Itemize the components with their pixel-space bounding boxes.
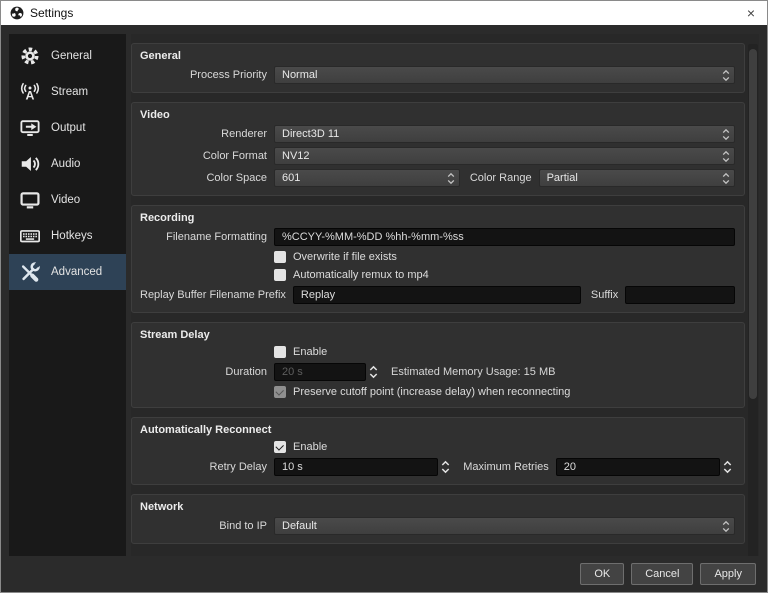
field-label: Duration	[140, 366, 267, 378]
section-title: Video	[140, 109, 735, 121]
spinner-arrows-icon	[718, 150, 734, 163]
section-auto-reconnect: Automatically Reconnect Enable Retry Del…	[131, 417, 745, 485]
sidebar-item-stream[interactable]: A Stream	[9, 74, 126, 110]
broadcast-icon: A	[18, 80, 42, 104]
cancel-button[interactable]: Cancel	[631, 563, 693, 585]
max-retries-spinbox[interactable]	[556, 458, 735, 476]
section-title: Recording	[140, 212, 735, 224]
spin-buttons[interactable]	[438, 459, 453, 475]
max-retries-input[interactable]	[556, 458, 720, 476]
scrollbar[interactable]	[748, 44, 758, 557]
field-label: Renderer	[140, 128, 267, 140]
spin-buttons[interactable]	[366, 364, 381, 380]
field-label: Maximum Retries	[463, 461, 549, 473]
window-title: Settings	[30, 6, 73, 20]
field-label: Replay Buffer Filename Prefix	[140, 289, 286, 301]
gear-icon	[18, 44, 42, 68]
duration-spinbox[interactable]	[274, 363, 366, 381]
memory-usage-text: Estimated Memory Usage: 15 MB	[391, 366, 555, 378]
sidebar: General A Stream	[9, 34, 126, 557]
color-space-select[interactable]: 601	[274, 169, 460, 187]
sidebar-item-video[interactable]: Video	[9, 182, 126, 218]
bind-to-ip-select[interactable]: Default	[274, 517, 735, 535]
sidebar-item-label: Advanced	[51, 266, 102, 278]
section-title: Stream Delay	[140, 329, 735, 341]
sidebar-item-label: Hotkeys	[51, 230, 93, 242]
spinner-arrows-icon	[443, 172, 459, 185]
field-label: Process Priority	[140, 69, 267, 81]
retry-delay-spinbox[interactable]	[274, 458, 453, 476]
close-button[interactable]: ×	[735, 1, 767, 25]
settings-window: Settings × General	[0, 0, 768, 593]
sidebar-item-label: Video	[51, 194, 80, 206]
section-network: Network Bind to IP Default	[131, 494, 745, 544]
section-title: General	[140, 50, 735, 62]
spinner-arrows-icon	[718, 172, 734, 185]
svg-text:A: A	[26, 89, 35, 103]
remux-checkbox[interactable]	[274, 269, 286, 281]
filename-formatting-input[interactable]	[274, 228, 735, 246]
spin-buttons[interactable]	[720, 459, 735, 475]
sidebar-item-label: Stream	[51, 86, 88, 98]
spinner-arrows-icon	[718, 128, 734, 141]
spinner-arrows-icon	[718, 69, 734, 82]
color-range-select[interactable]: Partial	[539, 169, 735, 187]
output-icon	[18, 116, 42, 140]
sidebar-item-hotkeys[interactable]: Hotkeys	[9, 218, 126, 254]
field-label: Color Space	[140, 172, 267, 184]
sidebar-item-audio[interactable]: Audio	[9, 146, 126, 182]
obs-logo-icon	[10, 6, 24, 20]
monitor-icon	[18, 188, 42, 212]
speaker-icon	[18, 152, 42, 176]
section-recording: Recording Filename Formatting Overwrite …	[131, 205, 745, 313]
sidebar-item-label: General	[51, 50, 92, 62]
section-title: Automatically Reconnect	[140, 424, 735, 436]
ok-button[interactable]: OK	[580, 563, 624, 585]
section-video: Video Renderer Direct3D 11 Color Format …	[131, 102, 745, 196]
keyboard-icon	[18, 224, 42, 248]
section-general: General Process Priority Normal	[131, 43, 745, 93]
apply-button[interactable]: Apply	[700, 563, 756, 585]
scrollbar-thumb[interactable]	[749, 49, 757, 399]
field-label: Filename Formatting	[140, 231, 267, 243]
section-stream-delay: Stream Delay Enable Duration Estimated M…	[131, 322, 745, 408]
footer-button-bar: OK Cancel Apply	[1, 556, 767, 592]
section-title: Network	[140, 501, 735, 513]
preserve-cutoff-checkbox[interactable]	[274, 386, 286, 398]
retry-delay-input[interactable]	[274, 458, 438, 476]
auto-reconnect-enable-checkbox[interactable]	[274, 441, 286, 453]
sidebar-item-advanced[interactable]: Advanced	[9, 254, 126, 290]
sidebar-item-label: Audio	[51, 158, 80, 170]
sidebar-item-label: Output	[51, 122, 86, 134]
stream-delay-enable-checkbox[interactable]	[274, 346, 286, 358]
settings-content: General A Stream	[1, 25, 767, 592]
settings-scroll-area: General Process Priority Normal Video Re…	[131, 34, 759, 557]
sidebar-item-output[interactable]: Output	[9, 110, 126, 146]
renderer-select[interactable]: Direct3D 11	[274, 125, 735, 143]
spinner-arrows-icon	[718, 520, 734, 533]
color-format-select[interactable]: NV12	[274, 147, 735, 165]
process-priority-select[interactable]: Normal	[274, 66, 735, 84]
field-label: Color Range	[470, 172, 532, 184]
tools-icon	[18, 260, 42, 284]
replay-prefix-input[interactable]	[293, 286, 581, 304]
field-label: Bind to IP	[140, 520, 267, 532]
field-label: Suffix	[591, 289, 618, 301]
sidebar-item-general[interactable]: General	[9, 38, 126, 74]
overwrite-checkbox[interactable]	[274, 251, 286, 263]
titlebar: Settings ×	[1, 1, 767, 25]
replay-suffix-input[interactable]	[625, 286, 735, 304]
field-label: Color Format	[140, 150, 267, 162]
field-label: Retry Delay	[140, 461, 267, 473]
